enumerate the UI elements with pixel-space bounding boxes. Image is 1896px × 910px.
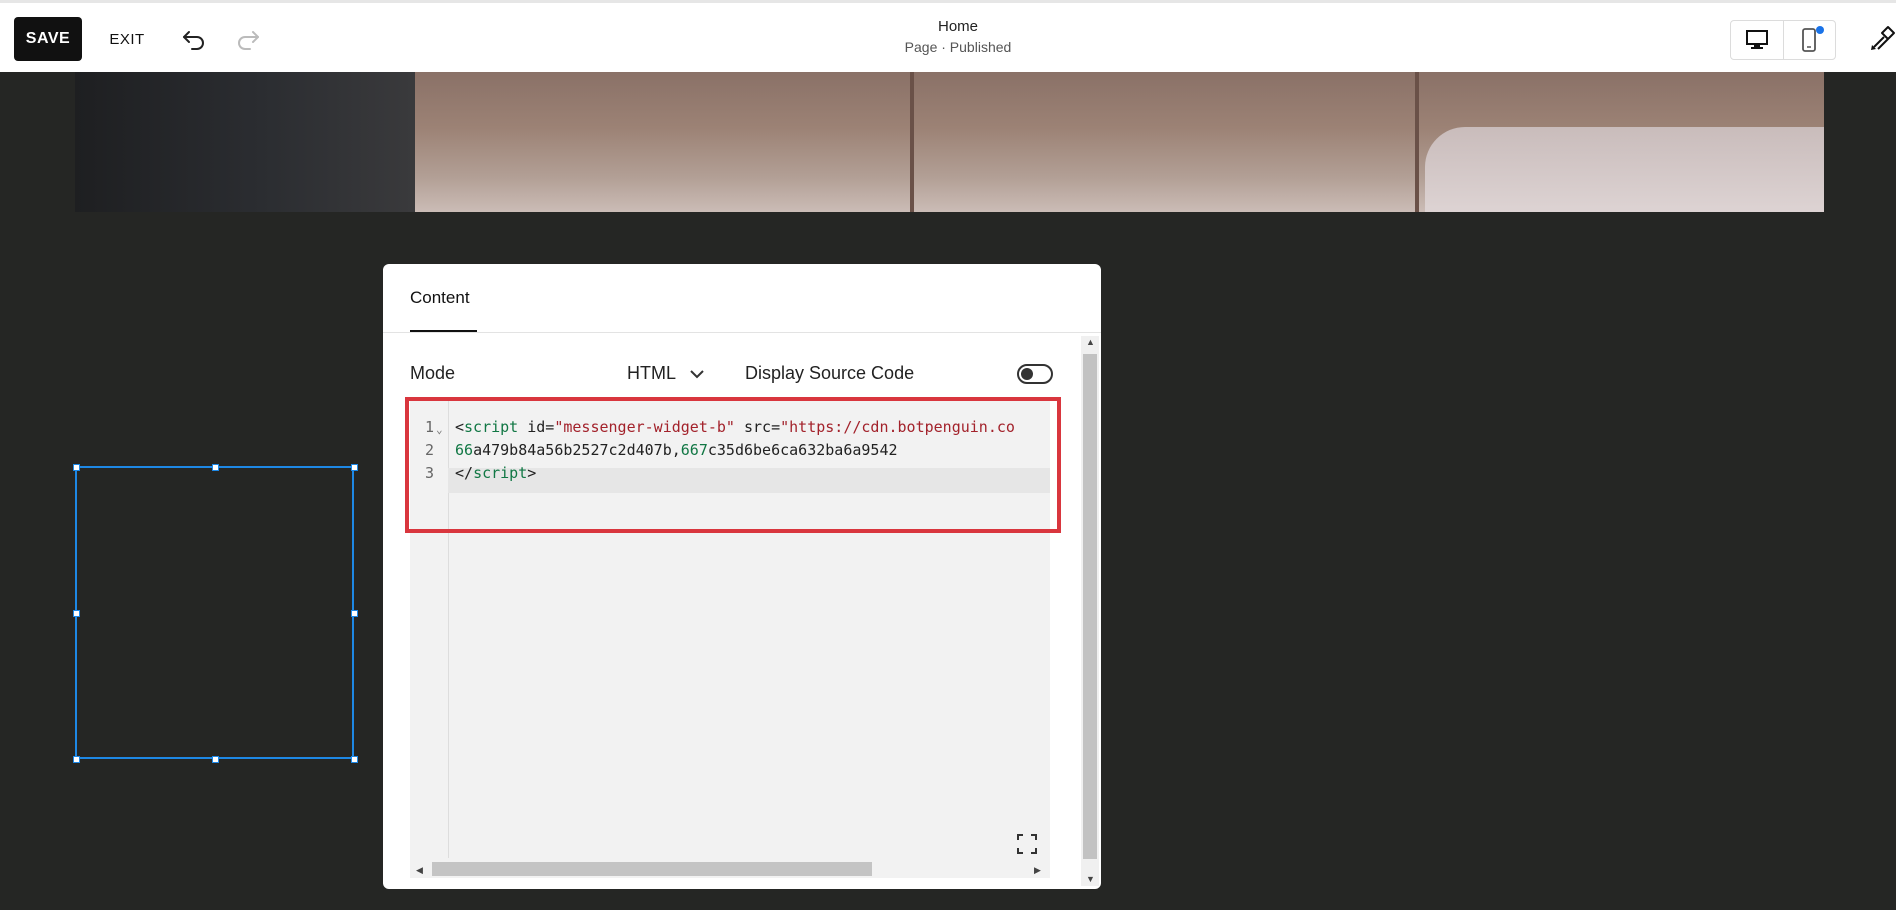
scroll-left-arrow-icon[interactable]: ◀ — [416, 865, 423, 876]
mode-select-value: HTML — [627, 363, 676, 383]
resize-handle-bottom[interactable] — [212, 756, 219, 763]
exit-button[interactable]: EXIT — [100, 17, 154, 61]
mode-label: Mode — [410, 363, 456, 383]
hero-image-shadow — [75, 72, 415, 212]
vertical-scrollbar-thumb[interactable] — [1083, 354, 1097, 859]
scroll-up-arrow-icon[interactable]: ▲ — [1086, 337, 1095, 347]
notification-dot — [1815, 26, 1824, 34]
resize-handle-bottom-left[interactable] — [73, 756, 80, 763]
resize-handle-left[interactable] — [73, 610, 80, 617]
tab-content[interactable]: Content — [410, 288, 470, 308]
display-source-toggle[interactable] — [1017, 364, 1053, 384]
hero-image — [75, 72, 1824, 212]
design-brush-icon[interactable] — [1868, 25, 1896, 53]
resize-handle-top-left[interactable] — [73, 464, 80, 471]
resize-handle-top-right[interactable] — [351, 464, 358, 471]
resize-handle-bottom-right[interactable] — [351, 756, 358, 763]
content-panel: Content Mode HTML Display Source Code 1 … — [383, 264, 1101, 889]
save-button[interactable]: SAVE — [14, 17, 82, 61]
display-source-label: Display Source Code — [745, 363, 915, 383]
mobile-view-button[interactable] — [1784, 21, 1836, 59]
redo-icon[interactable] — [234, 25, 262, 53]
fullscreen-expand-icon[interactable] — [1015, 832, 1039, 856]
horizontal-scrollbar-thumb[interactable] — [432, 862, 872, 876]
desktop-view-button[interactable] — [1731, 21, 1784, 59]
toggle-knob — [1021, 368, 1033, 380]
selected-code-block[interactable] — [73, 464, 358, 763]
chevron-down-icon — [690, 369, 704, 378]
editor-toolbar: SAVE EXIT Home Page · Published — [0, 0, 1896, 72]
resize-handle-right[interactable] — [351, 610, 358, 617]
page-status: Page · Published — [904, 39, 1012, 55]
resize-handle-top[interactable] — [212, 464, 219, 471]
device-view-toggle — [1730, 20, 1836, 60]
hero-image-cushion — [1425, 127, 1824, 212]
page-title: Home — [937, 18, 978, 35]
hero-image-seam — [1415, 72, 1419, 212]
code-highlight-box — [405, 397, 1061, 533]
scroll-right-arrow-icon[interactable]: ▶ — [1034, 865, 1041, 876]
undo-icon[interactable] — [180, 25, 208, 53]
panel-divider — [383, 332, 1101, 333]
scroll-down-arrow-icon[interactable]: ▼ — [1086, 874, 1095, 884]
desktop-icon — [1745, 30, 1768, 49]
hero-image-seam — [910, 72, 914, 212]
mode-select[interactable]: HTML — [627, 363, 704, 384]
page-title-block[interactable]: Home Page · Published — [848, 17, 1068, 57]
